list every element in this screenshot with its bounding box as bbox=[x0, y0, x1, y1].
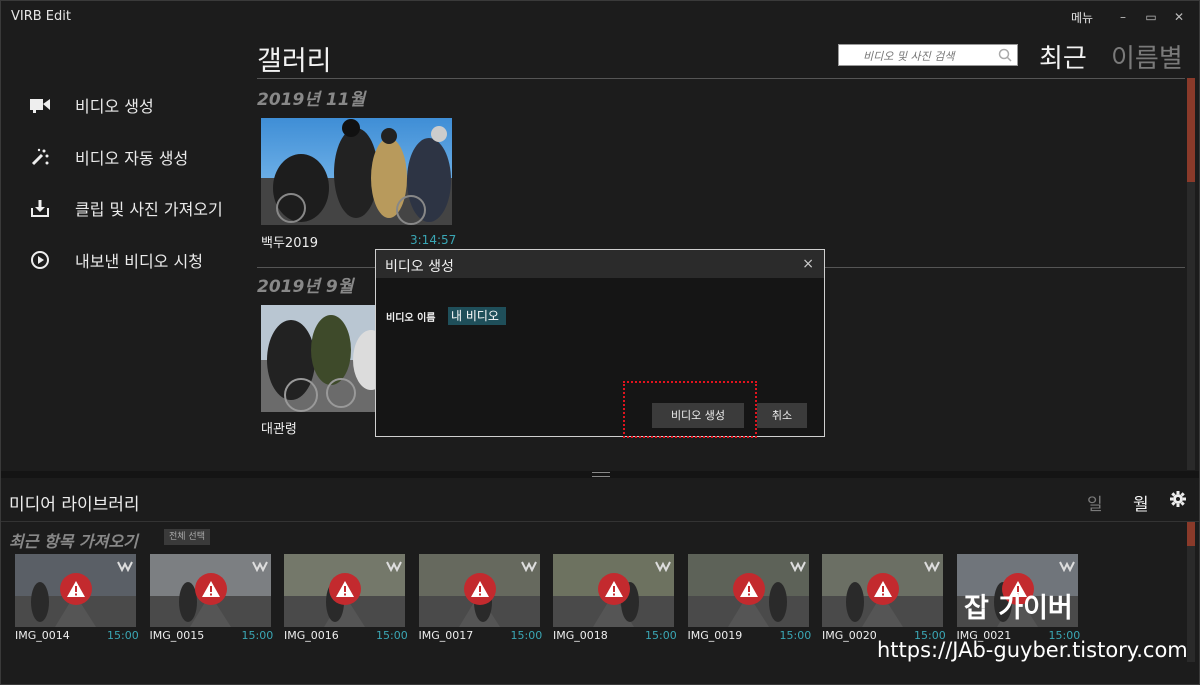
sidebar-item-create-video[interactable]: 비디오 생성 bbox=[29, 90, 154, 120]
watermark-url: https://JAb-guyber.tistory.com bbox=[877, 638, 1188, 662]
search-icon[interactable] bbox=[997, 47, 1013, 67]
clip-name: IMG_0016 bbox=[284, 629, 339, 642]
clip-thumbnail[interactable] bbox=[15, 554, 136, 627]
warning-icon bbox=[732, 573, 765, 605]
divider bbox=[1, 521, 1199, 522]
download-icon bbox=[29, 197, 51, 219]
app-title: VIRB Edit bbox=[11, 9, 71, 24]
clip-thumbnail[interactable] bbox=[553, 554, 674, 627]
video-thumbnail[interactable] bbox=[261, 118, 452, 225]
section-date: 2019년 11월 bbox=[257, 90, 366, 110]
sidebar-item-import-clips[interactable]: 클립 및 사진 가져오기 bbox=[29, 193, 223, 223]
sidebar-item-label: 내보낸 비디오 시청 bbox=[75, 252, 203, 271]
clip-thumbnail[interactable] bbox=[687, 554, 809, 627]
search-input[interactable] bbox=[839, 45, 1015, 68]
highlight-annotation bbox=[623, 381, 757, 438]
clip-duration: 15:00 bbox=[645, 629, 677, 642]
clip-name: IMG_0014 bbox=[15, 629, 70, 642]
virb-logo-icon bbox=[386, 557, 402, 576]
minimize-button[interactable]: – bbox=[1113, 7, 1133, 27]
sort-by-name-tab[interactable]: 이름별 bbox=[1111, 38, 1183, 75]
clip-name: IMG_0019 bbox=[687, 629, 743, 642]
gallery-title: 갤러리 bbox=[257, 46, 332, 77]
clip-duration: 15:00 bbox=[107, 629, 139, 642]
library-scrollbar[interactable] bbox=[1187, 522, 1195, 662]
virb-logo-icon bbox=[789, 557, 806, 576]
virb-logo-icon bbox=[924, 557, 940, 576]
maximize-button[interactable]: ▭ bbox=[1141, 7, 1161, 27]
scrollbar-thumb[interactable] bbox=[1187, 522, 1195, 546]
cancel-button[interactable]: 취소 bbox=[757, 403, 807, 428]
section-date: 2019년 9월 bbox=[257, 277, 354, 297]
clip-thumbnail[interactable] bbox=[822, 554, 943, 627]
watermark-title: 잡 가이버 bbox=[964, 593, 1073, 624]
clip-name: IMG_0018 bbox=[553, 629, 608, 642]
sort-recent-tab[interactable]: 최근 bbox=[1039, 38, 1087, 75]
tab-month[interactable]: 월 bbox=[1133, 490, 1149, 515]
virb-logo-icon bbox=[117, 557, 133, 576]
warning-icon bbox=[329, 573, 361, 605]
warning-icon bbox=[194, 573, 227, 605]
video-name: 대관령 bbox=[261, 422, 297, 437]
video-camera-icon bbox=[29, 94, 51, 116]
gear-icon[interactable] bbox=[1169, 490, 1187, 512]
clip-name: IMG_0015 bbox=[149, 629, 205, 642]
splitter-grip-icon[interactable] bbox=[592, 472, 610, 477]
title-bar: VIRB Edit 메뉴 – ▭ ✕ bbox=[1, 1, 1199, 33]
warning-icon bbox=[598, 573, 630, 605]
select-all-button[interactable]: 전체 선택 bbox=[164, 529, 210, 545]
video-name-input[interactable] bbox=[445, 304, 821, 327]
clip-duration: 15:00 bbox=[510, 629, 543, 642]
scrollbar-thumb[interactable] bbox=[1187, 78, 1195, 182]
virb-logo-icon bbox=[251, 557, 268, 576]
video-duration: 3:14:57 bbox=[410, 233, 457, 247]
virb-logo-icon bbox=[520, 557, 537, 576]
close-button[interactable]: ✕ bbox=[1169, 7, 1189, 27]
video-name-label: 비디오 이름 bbox=[386, 313, 436, 324]
recent-import-label: 최근 항목 가져오기 bbox=[9, 532, 138, 551]
clip-duration: 15:00 bbox=[376, 629, 408, 642]
create-video-dialog: 비디오 생성 × 비디오 이름 비디오 생성 취소 bbox=[375, 249, 825, 437]
warning-icon bbox=[867, 573, 899, 605]
gallery-scrollbar[interactable] bbox=[1187, 78, 1195, 470]
magic-wand-icon bbox=[29, 146, 51, 168]
clip-thumbnail[interactable] bbox=[418, 554, 540, 627]
menu-button[interactable]: 메뉴 bbox=[1071, 9, 1093, 26]
clip-duration: 15:00 bbox=[241, 629, 274, 642]
divider bbox=[257, 78, 1185, 79]
sidebar-item-watch-exported[interactable]: 내보낸 비디오 시청 bbox=[29, 245, 203, 275]
clip-thumbnail[interactable] bbox=[149, 554, 271, 627]
media-library-title: 미디어 라이브러리 bbox=[9, 495, 140, 515]
dialog-title: 비디오 생성 bbox=[385, 259, 454, 275]
sidebar-item-label: 비디오 자동 생성 bbox=[75, 149, 189, 168]
video-name: 백두2019 bbox=[261, 236, 319, 251]
virb-logo-icon bbox=[655, 557, 671, 576]
warning-icon bbox=[463, 573, 496, 605]
play-circle-icon bbox=[29, 249, 51, 271]
search-box[interactable] bbox=[838, 44, 1018, 68]
sidebar-item-label: 비디오 생성 bbox=[75, 97, 154, 116]
tab-day[interactable]: 일 bbox=[1087, 490, 1103, 515]
clip-name: IMG_0020 bbox=[822, 629, 877, 642]
clip-name: IMG_0017 bbox=[418, 629, 474, 642]
clip-duration: 15:00 bbox=[779, 629, 812, 642]
dialog-close-icon[interactable]: × bbox=[802, 256, 814, 272]
virb-logo-icon bbox=[1058, 557, 1075, 576]
clip-thumbnail[interactable] bbox=[284, 554, 405, 627]
sidebar-item-auto-create-video[interactable]: 비디오 자동 생성 bbox=[29, 142, 188, 172]
warning-icon bbox=[60, 573, 92, 605]
app-window: VIRB Edit 메뉴 – ▭ ✕ 비디오 생성 비디오 자동 생성 클립 및… bbox=[0, 0, 1200, 685]
sidebar-item-label: 클립 및 사진 가져오기 bbox=[75, 200, 223, 219]
dialog-header: 비디오 생성 × bbox=[376, 250, 824, 278]
